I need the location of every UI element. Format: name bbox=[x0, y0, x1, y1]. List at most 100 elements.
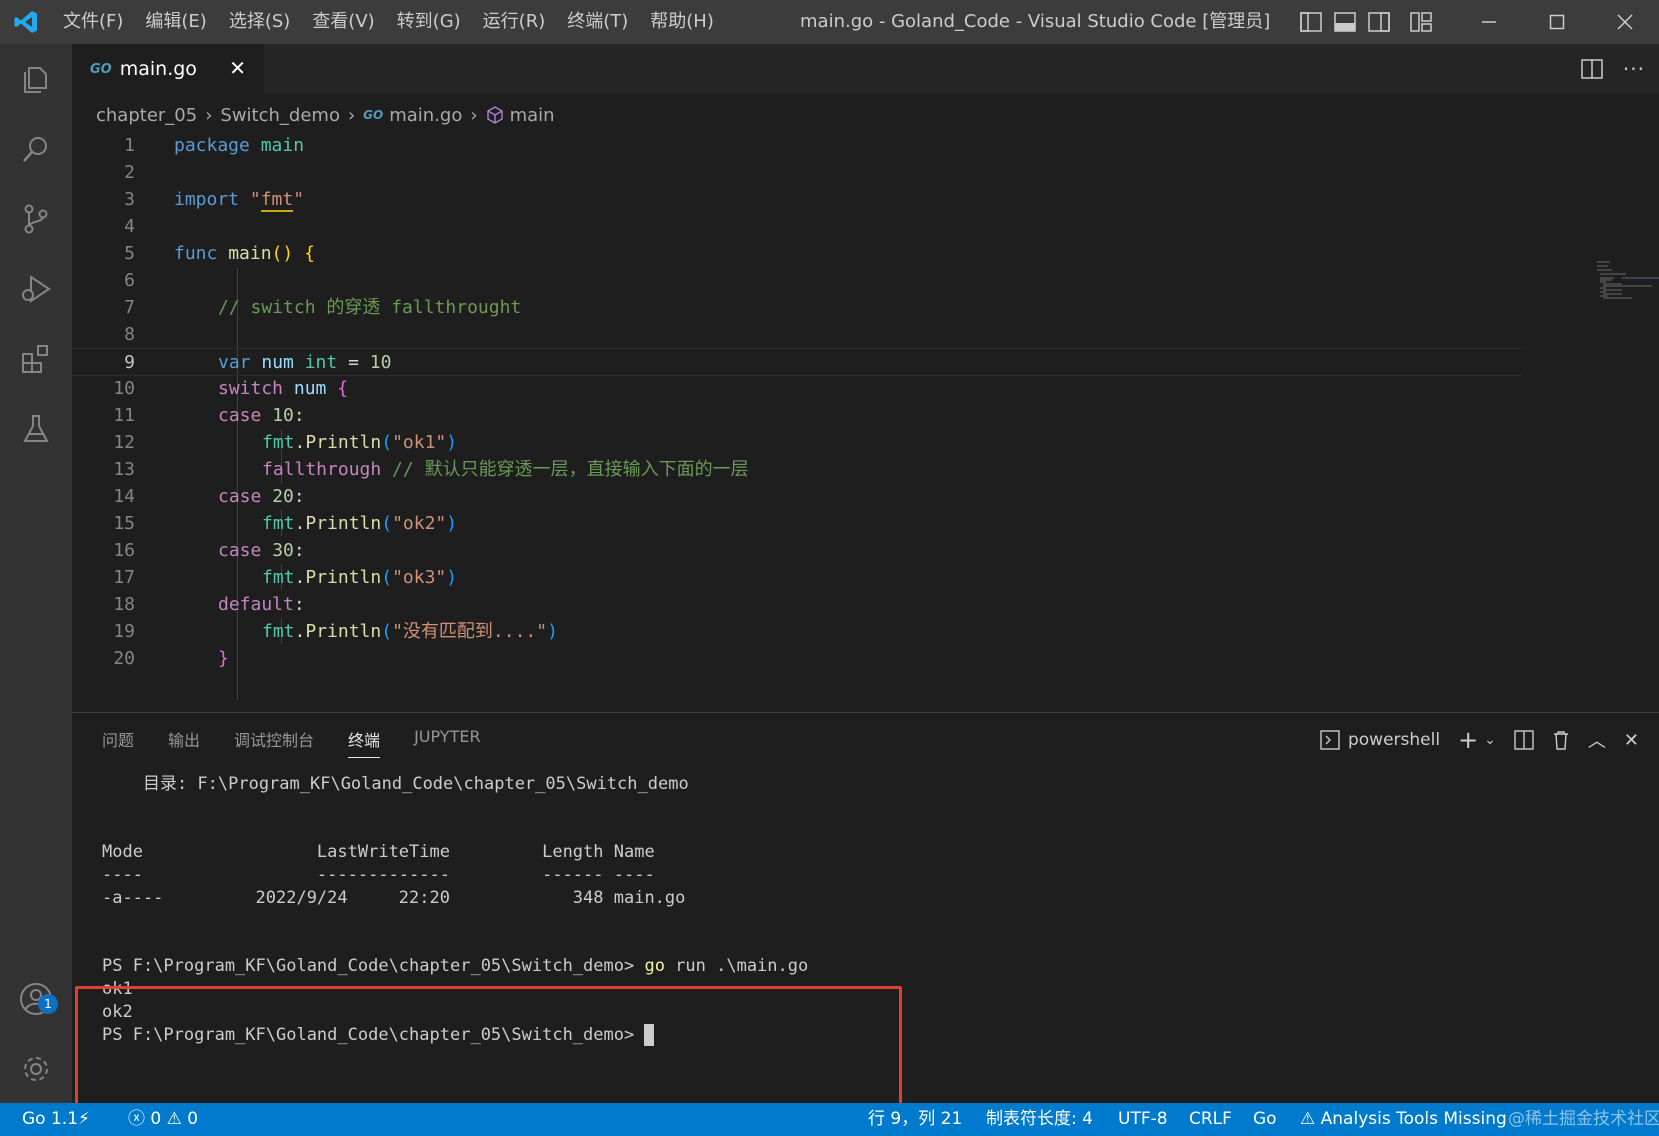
error-circle-icon: ⓧ bbox=[128, 1109, 145, 1129]
line-number: 20 bbox=[113, 648, 135, 669]
line-number: 11 bbox=[113, 405, 135, 426]
warning-triangle-icon: ⚠ bbox=[166, 1109, 182, 1129]
breadcrumb-folder-chapter[interactable]: chapter_05 bbox=[96, 105, 197, 126]
code-line-current: 9 var num int = 10 bbox=[72, 348, 1522, 376]
line-content: // switch 的穿透 fallthrought bbox=[218, 297, 522, 318]
eol-status[interactable]: CRLF bbox=[1189, 1103, 1232, 1136]
panel-actions: powershell + ⌄ ︿ ✕ bbox=[1320, 725, 1639, 755]
analysis-tools-status[interactable]: ⚠ Analysis Tools Missing bbox=[1300, 1103, 1507, 1136]
terminal-table-header: Mode LastWriteTime Length Name bbox=[102, 842, 655, 862]
encoding-status[interactable]: UTF-8 bbox=[1118, 1103, 1168, 1136]
chevron-down-icon[interactable]: ⌄ bbox=[1484, 732, 1496, 748]
line-number: 18 bbox=[113, 594, 135, 615]
line-content: var num int = 10 bbox=[218, 352, 392, 373]
watermark: @稀土掘金技术社区 bbox=[1508, 1109, 1659, 1129]
line-number: 6 bbox=[124, 270, 135, 291]
code-line: 6 bbox=[72, 267, 1522, 295]
line-content: fmt.Println("ok2") bbox=[262, 513, 458, 534]
close-panel-icon[interactable]: ✕ bbox=[1624, 730, 1639, 751]
line-number: 5 bbox=[124, 243, 135, 264]
tab-problems[interactable]: 问题 bbox=[102, 727, 134, 758]
maximize-panel-chevron-up-icon[interactable]: ︿ bbox=[1588, 727, 1606, 753]
line-content: switch num { bbox=[218, 378, 349, 399]
window-title: main.go - Goland_Code - Visual Studio Co… bbox=[800, 11, 1271, 32]
kill-terminal-trash-icon[interactable] bbox=[1552, 730, 1570, 750]
tab-terminal[interactable]: 终端 bbox=[348, 727, 381, 758]
panel-tabs: 问题 输出 调试控制台 终端 JUPYTER bbox=[102, 727, 481, 758]
explorer-icon[interactable] bbox=[0, 44, 72, 114]
tab-debug-console[interactable]: 调试控制台 bbox=[234, 727, 314, 758]
maximize-button[interactable] bbox=[1523, 0, 1591, 44]
breadcrumb-symbol[interactable]: main bbox=[510, 105, 555, 126]
code-line: 17 fmt.Println("ok3") bbox=[72, 564, 1522, 592]
menu-bar: 文件(F) 编辑(E) 选择(S) 查看(V) 转到(G) 运行(R) 终端(T… bbox=[52, 0, 725, 44]
new-terminal-plus-icon[interactable]: + bbox=[1458, 726, 1478, 754]
line-number: 7 bbox=[124, 297, 135, 318]
title-bar: 文件(F) 编辑(E) 选择(S) 查看(V) 转到(G) 运行(R) 终端(T… bbox=[0, 0, 1659, 44]
menu-selection[interactable]: 选择(S) bbox=[218, 0, 301, 44]
more-actions-icon[interactable]: ··· bbox=[1623, 57, 1645, 81]
search-icon[interactable] bbox=[0, 114, 72, 184]
menu-edit[interactable]: 编辑(E) bbox=[134, 0, 217, 44]
code-line: 20 } bbox=[72, 645, 1522, 673]
toggle-secondary-sidebar-icon[interactable] bbox=[1368, 12, 1390, 32]
close-tab-icon[interactable]: ✕ bbox=[229, 56, 246, 80]
vscode-logo-icon bbox=[0, 0, 52, 44]
menu-file[interactable]: 文件(F) bbox=[52, 0, 134, 44]
code-line: 7 // switch 的穿透 fallthrought bbox=[72, 294, 1522, 322]
split-editor-icon[interactable] bbox=[1581, 59, 1603, 79]
source-control-icon[interactable] bbox=[0, 184, 72, 254]
layout-controls bbox=[1300, 0, 1432, 44]
line-number: 15 bbox=[113, 513, 135, 534]
line-content: case 20: bbox=[218, 486, 305, 507]
menu-view[interactable]: 查看(V) bbox=[301, 0, 385, 44]
tab-jupyter[interactable]: JUPYTER bbox=[414, 727, 481, 758]
line-number: 13 bbox=[113, 459, 135, 480]
code-line: 19 fmt.Println("没有匹配到....") bbox=[72, 618, 1522, 646]
menu-terminal[interactable]: 终端(T) bbox=[556, 0, 639, 44]
window-controls bbox=[1455, 0, 1659, 44]
symbol-cube-icon bbox=[486, 106, 503, 124]
terminal-prompt-icon bbox=[1320, 730, 1340, 750]
line-content: } bbox=[218, 648, 229, 669]
run-debug-icon[interactable] bbox=[0, 254, 72, 324]
breadcrumb-folder-switch-demo[interactable]: Switch_demo bbox=[220, 105, 340, 126]
accounts-icon[interactable]: 1 bbox=[0, 964, 72, 1034]
tab-size-status[interactable]: 制表符长度: 4 bbox=[986, 1103, 1093, 1136]
tab-main-go[interactable]: GO main.go ✕ bbox=[72, 44, 264, 94]
language-status[interactable]: Go bbox=[1253, 1103, 1277, 1136]
breadcrumb-file[interactable]: main.go bbox=[389, 105, 462, 126]
code-line: 3 import "fmt" bbox=[72, 186, 1522, 214]
line-content: import "fmt" bbox=[174, 189, 305, 212]
minimize-button[interactable] bbox=[1455, 0, 1523, 44]
terminal-table-divider: ---- ------------- ------ ---- bbox=[102, 865, 655, 885]
code-line: 2 bbox=[72, 159, 1522, 187]
menu-go[interactable]: 转到(G) bbox=[386, 0, 472, 44]
extensions-icon[interactable] bbox=[0, 324, 72, 394]
toggle-panel-icon[interactable] bbox=[1334, 12, 1356, 32]
split-terminal-icon[interactable] bbox=[1514, 730, 1534, 750]
menu-run[interactable]: 运行(R) bbox=[472, 0, 557, 44]
testing-flask-icon[interactable] bbox=[0, 394, 72, 464]
minimap[interactable] bbox=[1592, 260, 1659, 320]
terminal-table-row: -a---- 2022/9/24 22:20 348 main.go bbox=[102, 888, 686, 908]
lightning-icon: ⚡ bbox=[78, 1109, 90, 1129]
line-number: 19 bbox=[113, 621, 135, 642]
line-content: func main() { bbox=[174, 243, 315, 264]
code-line: 15 fmt.Println("ok2") bbox=[72, 510, 1522, 538]
terminal-shell-name[interactable]: powershell bbox=[1348, 730, 1440, 750]
settings-gear-icon[interactable] bbox=[0, 1034, 72, 1104]
go-file-icon: GO bbox=[363, 108, 384, 122]
tab-output[interactable]: 输出 bbox=[168, 727, 200, 758]
code-line: 1 package main bbox=[72, 132, 1522, 160]
problems-status[interactable]: ⓧ 0 ⚠ 0 bbox=[128, 1103, 198, 1136]
cursor-position-status[interactable]: 行 9，列 21 bbox=[868, 1103, 962, 1136]
close-window-button[interactable] bbox=[1591, 0, 1659, 44]
breadcrumb: chapter_05 › Switch_demo › GO main.go › … bbox=[96, 100, 555, 130]
code-editor[interactable]: 1 package main 2 3 import "fmt" 4 5 func… bbox=[72, 132, 1659, 712]
customize-layout-icon[interactable] bbox=[1410, 12, 1432, 32]
line-content: fmt.Println("ok1") bbox=[262, 432, 458, 453]
toggle-primary-sidebar-icon[interactable] bbox=[1300, 12, 1322, 32]
menu-help[interactable]: 帮助(H) bbox=[639, 0, 725, 44]
go-version-status[interactable]: Go 1.1⚡ bbox=[22, 1103, 90, 1136]
